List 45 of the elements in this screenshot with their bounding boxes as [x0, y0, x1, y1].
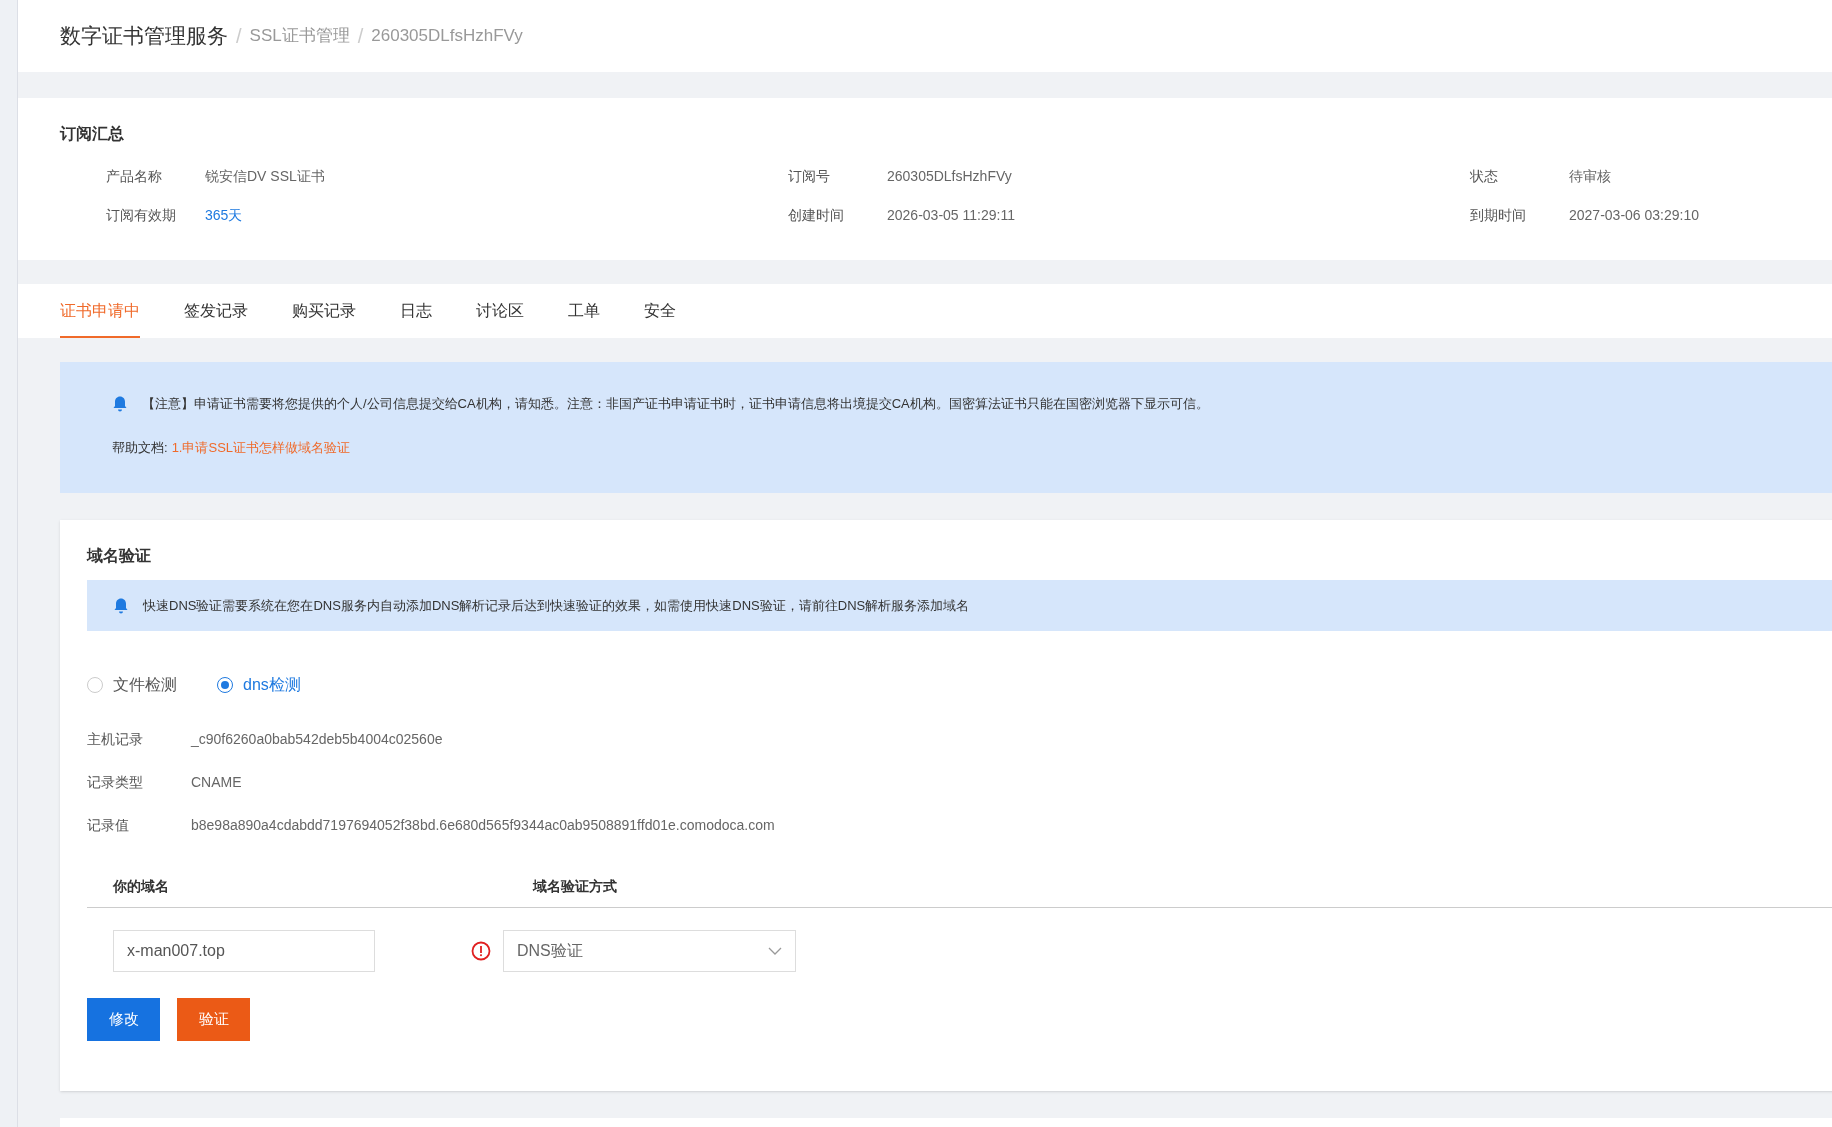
notice-text: 【注意】申请证书需要将您提供的个人/公司信息提交给CA机构，请知悉。注意：非国产证书申请证书时，证书申请信息将出境提交CA机构。国密算法证书只能在国密浏览器下显示可信。 [142, 395, 1209, 413]
method-select[interactable]: DNS验证 [503, 930, 796, 972]
record-value: _c90f6260a0bab542deb5b4004c02560e [191, 730, 443, 749]
warning-icon [471, 941, 491, 961]
record-label: 记录类型 [87, 773, 144, 792]
bell-icon [112, 394, 128, 413]
field-label: 订阅号 [788, 167, 831, 186]
field-value: 待审核 [1569, 167, 1611, 186]
edit-button[interactable]: 修改 [87, 998, 160, 1041]
record-value: CNAME [191, 773, 242, 792]
tab[interactable]: 签发记录 [184, 284, 248, 338]
tab[interactable]: 购买记录 [292, 284, 356, 338]
field-value: 2027-03-06 03:29:10 [1569, 206, 1699, 225]
tab[interactable]: 工单 [568, 284, 600, 338]
section-title: 订阅汇总 [60, 124, 125, 144]
column-header: 你的域名 [112, 877, 170, 896]
field-label: 状态 [1470, 167, 1499, 186]
breadcrumb-item[interactable]: 数字证书管理服务 [60, 20, 228, 52]
record-value: b8e98a890a4cdabdd7197694052f38bd.6e680d565f9344ac0ab9508891ffd01e.comodoca.com [191, 816, 775, 835]
field-value: 锐安信DV SSL证书 [205, 167, 325, 186]
field-value: 260305DLfsHzhFVy [887, 167, 1012, 186]
tab[interactable]: 安全 [644, 284, 676, 338]
column-header: 域名验证方式 [533, 877, 617, 896]
tab[interactable]: 日志 [400, 284, 432, 338]
tab[interactable]: 讨论区 [476, 284, 524, 338]
chevron-down-icon [768, 947, 782, 955]
field-label: 到期时间 [1470, 206, 1527, 225]
field-label: 产品名称 [106, 167, 163, 186]
domain-field[interactable]: x-man007.top [113, 930, 375, 972]
radio-label[interactable]: 文件检测 [113, 673, 177, 697]
radio-label[interactable]: dns检测 [243, 673, 301, 697]
breadcrumb-separator: / [236, 24, 242, 49]
field-label: 订阅有效期 [106, 206, 177, 225]
breadcrumb-separator: / [357, 24, 364, 49]
field-label: 创建时间 [788, 206, 845, 225]
record-label: 记录值 [87, 816, 130, 835]
section-title: 域名验证 [87, 546, 152, 566]
record-label: 主机记录 [87, 730, 144, 749]
breadcrumb-item: 260305DLfsHzhFVy [371, 25, 523, 48]
field-link[interactable]: 365天 [205, 205, 243, 226]
field-value: 2026-03-05 11:29:11 [887, 206, 1015, 225]
tip-text: 快速DNS验证需要系统在您在DNS服务内自动添加DNS解析记录后达到快速验证的效果，如需使用快速DNS验证，请前往DNS解析服务添加域名 [143, 596, 970, 615]
help-label: 帮助文档: [112, 438, 168, 457]
verify-button[interactable]: 验证 [177, 998, 250, 1041]
bell-icon [113, 596, 129, 615]
